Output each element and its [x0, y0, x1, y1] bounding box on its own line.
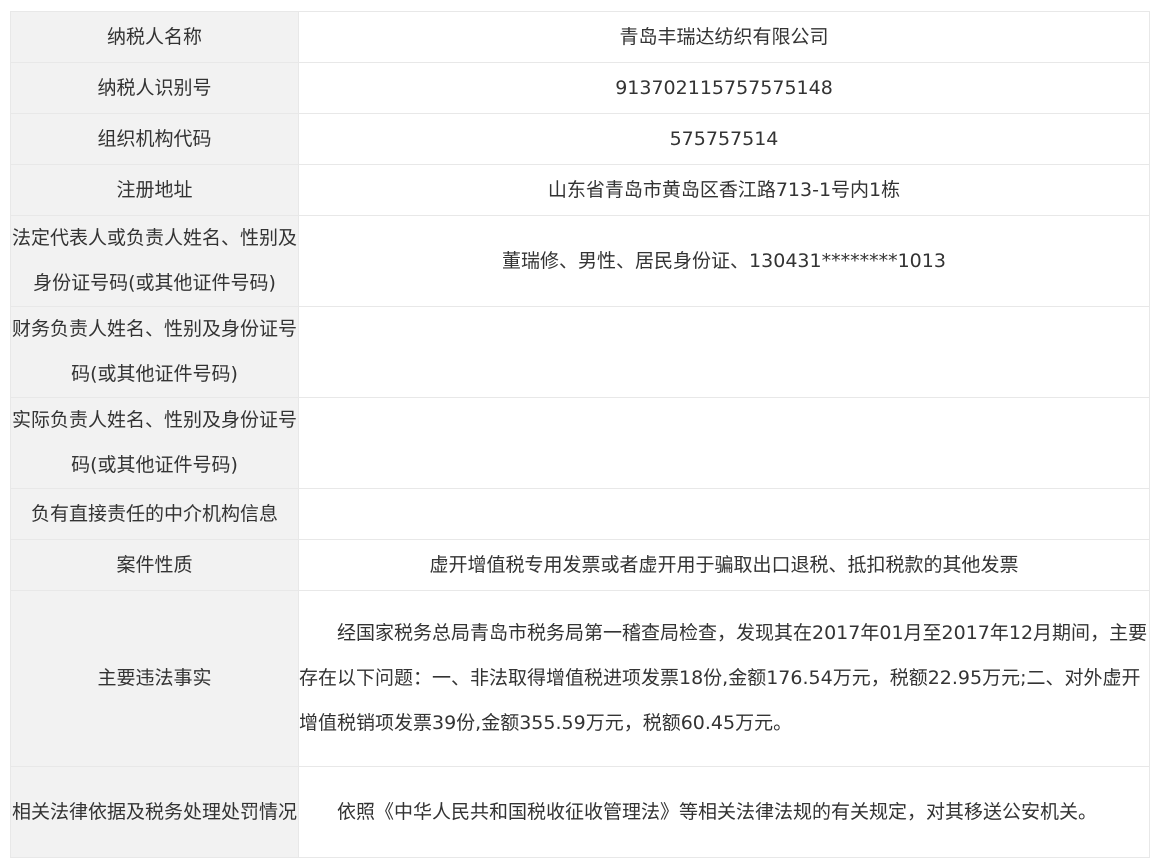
- row-finance-manager: 财务负责人姓名、性别及身份证号码(或其他证件号码): [10, 306, 1150, 398]
- field-value: 山东省青岛市黄岛区香江路713-1号内1栋: [298, 164, 1150, 216]
- row-taxpayer-name: 纳税人名称 青岛丰瑞达纺织有限公司: [10, 11, 1150, 63]
- row-intermediary-info: 负有直接责任的中介机构信息: [10, 488, 1150, 540]
- field-label: 案件性质: [10, 539, 299, 591]
- row-registered-address: 注册地址 山东省青岛市黄岛区香江路713-1号内1栋: [10, 164, 1150, 216]
- field-label: 纳税人名称: [10, 11, 299, 63]
- row-legal-basis-penalty: 相关法律依据及税务处理处罚情况 依照《中华人民共和国税收征收管理法》等相关法律法…: [10, 766, 1150, 858]
- field-label: 主要违法事实: [10, 590, 299, 767]
- field-value-paragraph: 依照《中华人民共和国税收征收管理法》等相关法律法规的有关规定，对其移送公安机关。: [298, 766, 1150, 858]
- field-label: 相关法律依据及税务处理处罚情况: [10, 766, 299, 858]
- field-value: 青岛丰瑞达纺织有限公司: [298, 11, 1150, 63]
- tax-violation-record-table: 纳税人名称 青岛丰瑞达纺织有限公司 纳税人识别号 913702115757575…: [10, 11, 1150, 858]
- field-value: [298, 397, 1150, 489]
- field-label: 注册地址: [10, 164, 299, 216]
- row-case-nature: 案件性质 虚开增值税专用发票或者虚开用于骗取出口退税、抵扣税款的其他发票: [10, 539, 1150, 591]
- field-value: 经国家税务总局青岛市税务局第一稽查局检查，发现其在2017年01月至2017年1…: [299, 622, 1148, 734]
- row-legal-representative: 法定代表人或负责人姓名、性别及身份证号码(或其他证件号码) 董瑞修、男性、居民身…: [10, 215, 1150, 307]
- field-value: 575757514: [298, 113, 1150, 165]
- field-label: 纳税人识别号: [10, 62, 299, 114]
- field-label: 负有直接责任的中介机构信息: [10, 488, 299, 540]
- field-value-paragraph: 经国家税务总局青岛市税务局第一稽查局检查，发现其在2017年01月至2017年1…: [298, 590, 1150, 767]
- field-value: [298, 306, 1150, 398]
- row-actual-manager: 实际负责人姓名、性别及身份证号码(或其他证件号码): [10, 397, 1150, 489]
- row-organization-code: 组织机构代码 575757514: [10, 113, 1150, 165]
- field-value: [298, 488, 1150, 540]
- field-value: 913702115757575148: [298, 62, 1150, 114]
- field-label: 组织机构代码: [10, 113, 299, 165]
- row-main-violation-facts: 主要违法事实 经国家税务总局青岛市税务局第一稽查局检查，发现其在2017年01月…: [10, 590, 1150, 767]
- field-value: 董瑞修、男性、居民身份证、130431********1013: [298, 215, 1150, 307]
- field-label: 法定代表人或负责人姓名、性别及身份证号码(或其他证件号码): [10, 215, 299, 307]
- field-value: 虚开增值税专用发票或者虚开用于骗取出口退税、抵扣税款的其他发票: [298, 539, 1150, 591]
- row-taxpayer-id: 纳税人识别号 913702115757575148: [10, 62, 1150, 114]
- field-label: 实际负责人姓名、性别及身份证号码(或其他证件号码): [10, 397, 299, 489]
- field-value: 依照《中华人民共和国税收征收管理法》等相关法律法规的有关规定，对其移送公安机关。: [337, 800, 1098, 823]
- field-label: 财务负责人姓名、性别及身份证号码(或其他证件号码): [10, 306, 299, 398]
